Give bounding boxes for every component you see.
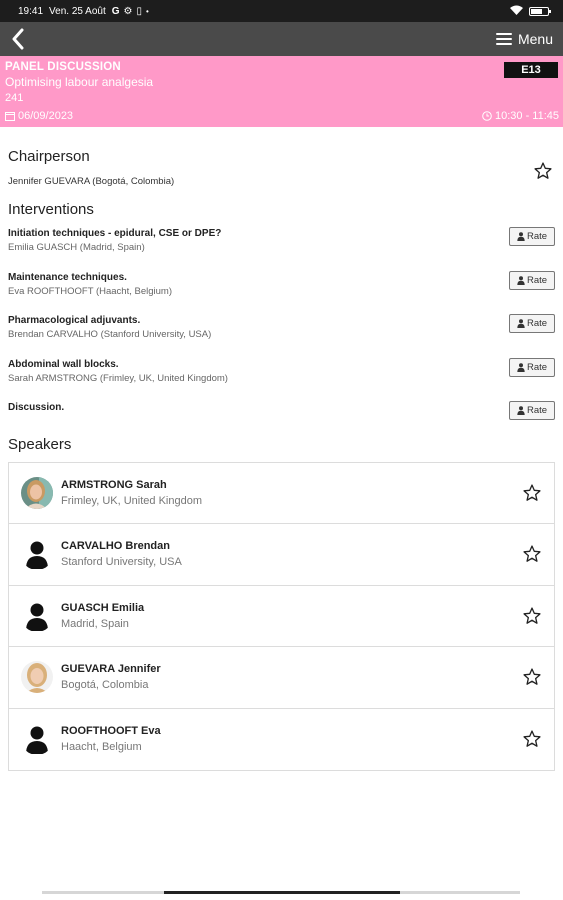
intervention-item: Pharmacological adjuvants. Brendan CARVA… <box>8 314 555 359</box>
favorite-star-icon[interactable] <box>522 544 542 564</box>
speakers-list: ARMSTRONG Sarah Frimley, UK, United King… <box>8 461 555 771</box>
rate-button[interactable]: Rate <box>509 314 555 333</box>
speaker-photo-avatar <box>21 661 53 694</box>
speaker-row[interactable]: ARMSTRONG Sarah Frimley, UK, United King… <box>9 463 554 524</box>
speaker-location: Stanford University, USA <box>61 556 182 569</box>
person-silhouette-icon <box>21 600 53 632</box>
speaker-name: ROOFTHOOFT Eva <box>61 725 161 738</box>
calendar-icon <box>5 112 15 121</box>
session-title: Optimising labour analgesia <box>5 75 154 89</box>
rate-label: Rate <box>526 405 548 416</box>
intervention-item: Discussion. Rate <box>8 401 555 446</box>
person-icon <box>517 406 525 415</box>
intervention-title: Initiation techniques - epidural, CSE or… <box>8 228 222 239</box>
favorite-star-icon[interactable] <box>522 606 542 626</box>
intervention-speaker: Sarah ARMSTRONG (Frimley, UK, United Kin… <box>8 372 228 384</box>
google-g-icon: G <box>111 5 120 17</box>
navigation-gesture-bar[interactable] <box>42 891 520 894</box>
rate-button[interactable]: Rate <box>509 270 555 290</box>
back-arrow-icon <box>12 28 24 50</box>
intervention-item: Initiation techniques - epidural, CSE or… <box>8 227 555 272</box>
rate-label: Rate <box>526 274 548 286</box>
wifi-icon <box>510 5 523 18</box>
interventions-heading: Interventions <box>8 201 94 218</box>
person-icon <box>517 232 525 241</box>
session-type: PANEL DISCUSSION <box>5 61 121 73</box>
session-time: 10:30 - 11:45 <box>494 110 559 122</box>
intervention-title: Maintenance techniques. <box>8 271 127 283</box>
dot-icon: • <box>146 6 149 16</box>
intervention-item: Maintenance techniques. Eva ROOFTHOOFT (… <box>8 270 555 316</box>
favorite-star-icon[interactable] <box>522 729 542 749</box>
intervention-speaker: Eva ROOFTHOOFT (Haacht, Belgium) <box>8 285 172 297</box>
chairperson-heading: Chairperson <box>8 148 90 165</box>
speaker-row[interactable]: ROOFTHOOFT Eva Haacht, Belgium <box>9 709 554 771</box>
favorite-star-icon[interactable] <box>522 667 542 687</box>
favorite-star-icon[interactable] <box>533 161 553 181</box>
speaker-row[interactable]: GUEVARA Jennifer Bogotá, Colombia <box>9 647 554 709</box>
person-icon <box>517 275 525 285</box>
status-date: Ven. 25 Août <box>49 5 106 17</box>
person-silhouette-icon <box>21 723 53 755</box>
speaker-name: ARMSTRONG Sarah <box>61 478 167 491</box>
navigation-handle[interactable] <box>164 891 400 894</box>
rate-button[interactable]: Rate <box>509 227 555 246</box>
speaker-row[interactable]: CARVALHO Brendan Stanford University, US… <box>9 524 554 586</box>
speaker-row[interactable]: GUASCH Emilia Madrid, Spain <box>9 586 554 647</box>
intervention-title: Abdominal wall blocks. <box>8 358 119 370</box>
speaker-name: GUEVARA Jennifer <box>61 663 161 676</box>
interventions-list: Initiation techniques - epidural, CSE or… <box>8 227 555 446</box>
status-time: 19:41 <box>18 5 44 17</box>
speaker-location: Madrid, Spain <box>61 617 129 630</box>
clock-icon <box>482 111 492 121</box>
intervention-title: Pharmacological adjuvants. <box>8 315 141 326</box>
person-icon <box>517 362 525 372</box>
rate-label: Rate <box>526 361 548 373</box>
settings-icon: ⚙ <box>123 5 133 17</box>
rate-button[interactable]: Rate <box>509 357 555 377</box>
rate-button[interactable]: Rate <box>509 401 555 420</box>
battery-icon <box>529 6 551 16</box>
person-silhouette-icon <box>21 538 53 570</box>
app-bar: Menu <box>0 22 563 56</box>
intervention-item: Abdominal wall blocks. Sarah ARMSTRONG (… <box>8 357 555 403</box>
hamburger-icon <box>495 33 512 45</box>
back-button[interactable] <box>6 25 30 53</box>
speaker-location: Frimley, UK, United Kingdom <box>61 494 203 507</box>
rate-label: Rate <box>526 318 548 329</box>
speaker-location: Haacht, Belgium <box>61 741 142 754</box>
intervention-speaker: Emilia GUASCH (Madrid, Spain) <box>8 242 145 253</box>
favorite-star-icon[interactable] <box>522 483 542 503</box>
person-icon <box>517 319 525 328</box>
menu-label: Menu <box>517 31 553 47</box>
menu-button[interactable]: Menu <box>495 31 553 47</box>
intervention-title: Discussion. <box>8 402 65 413</box>
status-bar: 19:41 Ven. 25 Août G ⚙ ▯ • <box>0 0 563 22</box>
session-room: 241 <box>5 92 24 104</box>
rate-label: Rate <box>526 231 548 242</box>
speaker-photo-avatar <box>21 476 53 509</box>
session-code-badge: E13 <box>504 62 558 78</box>
session-date: 06/09/2023 <box>18 110 74 122</box>
session-header: PANEL DISCUSSION Optimising labour analg… <box>0 56 563 127</box>
battery-saver-icon: ▯ <box>136 5 143 17</box>
speaker-location: Bogotá, Colombia <box>61 679 149 692</box>
speaker-name: CARVALHO Brendan <box>61 540 170 553</box>
chairperson-name: Jennifer GUEVARA (Bogotá, Colombia) <box>8 176 175 187</box>
intervention-speaker: Brendan CARVALHO (Stanford University, U… <box>8 329 212 340</box>
speaker-name: GUASCH Emilia <box>61 601 145 614</box>
